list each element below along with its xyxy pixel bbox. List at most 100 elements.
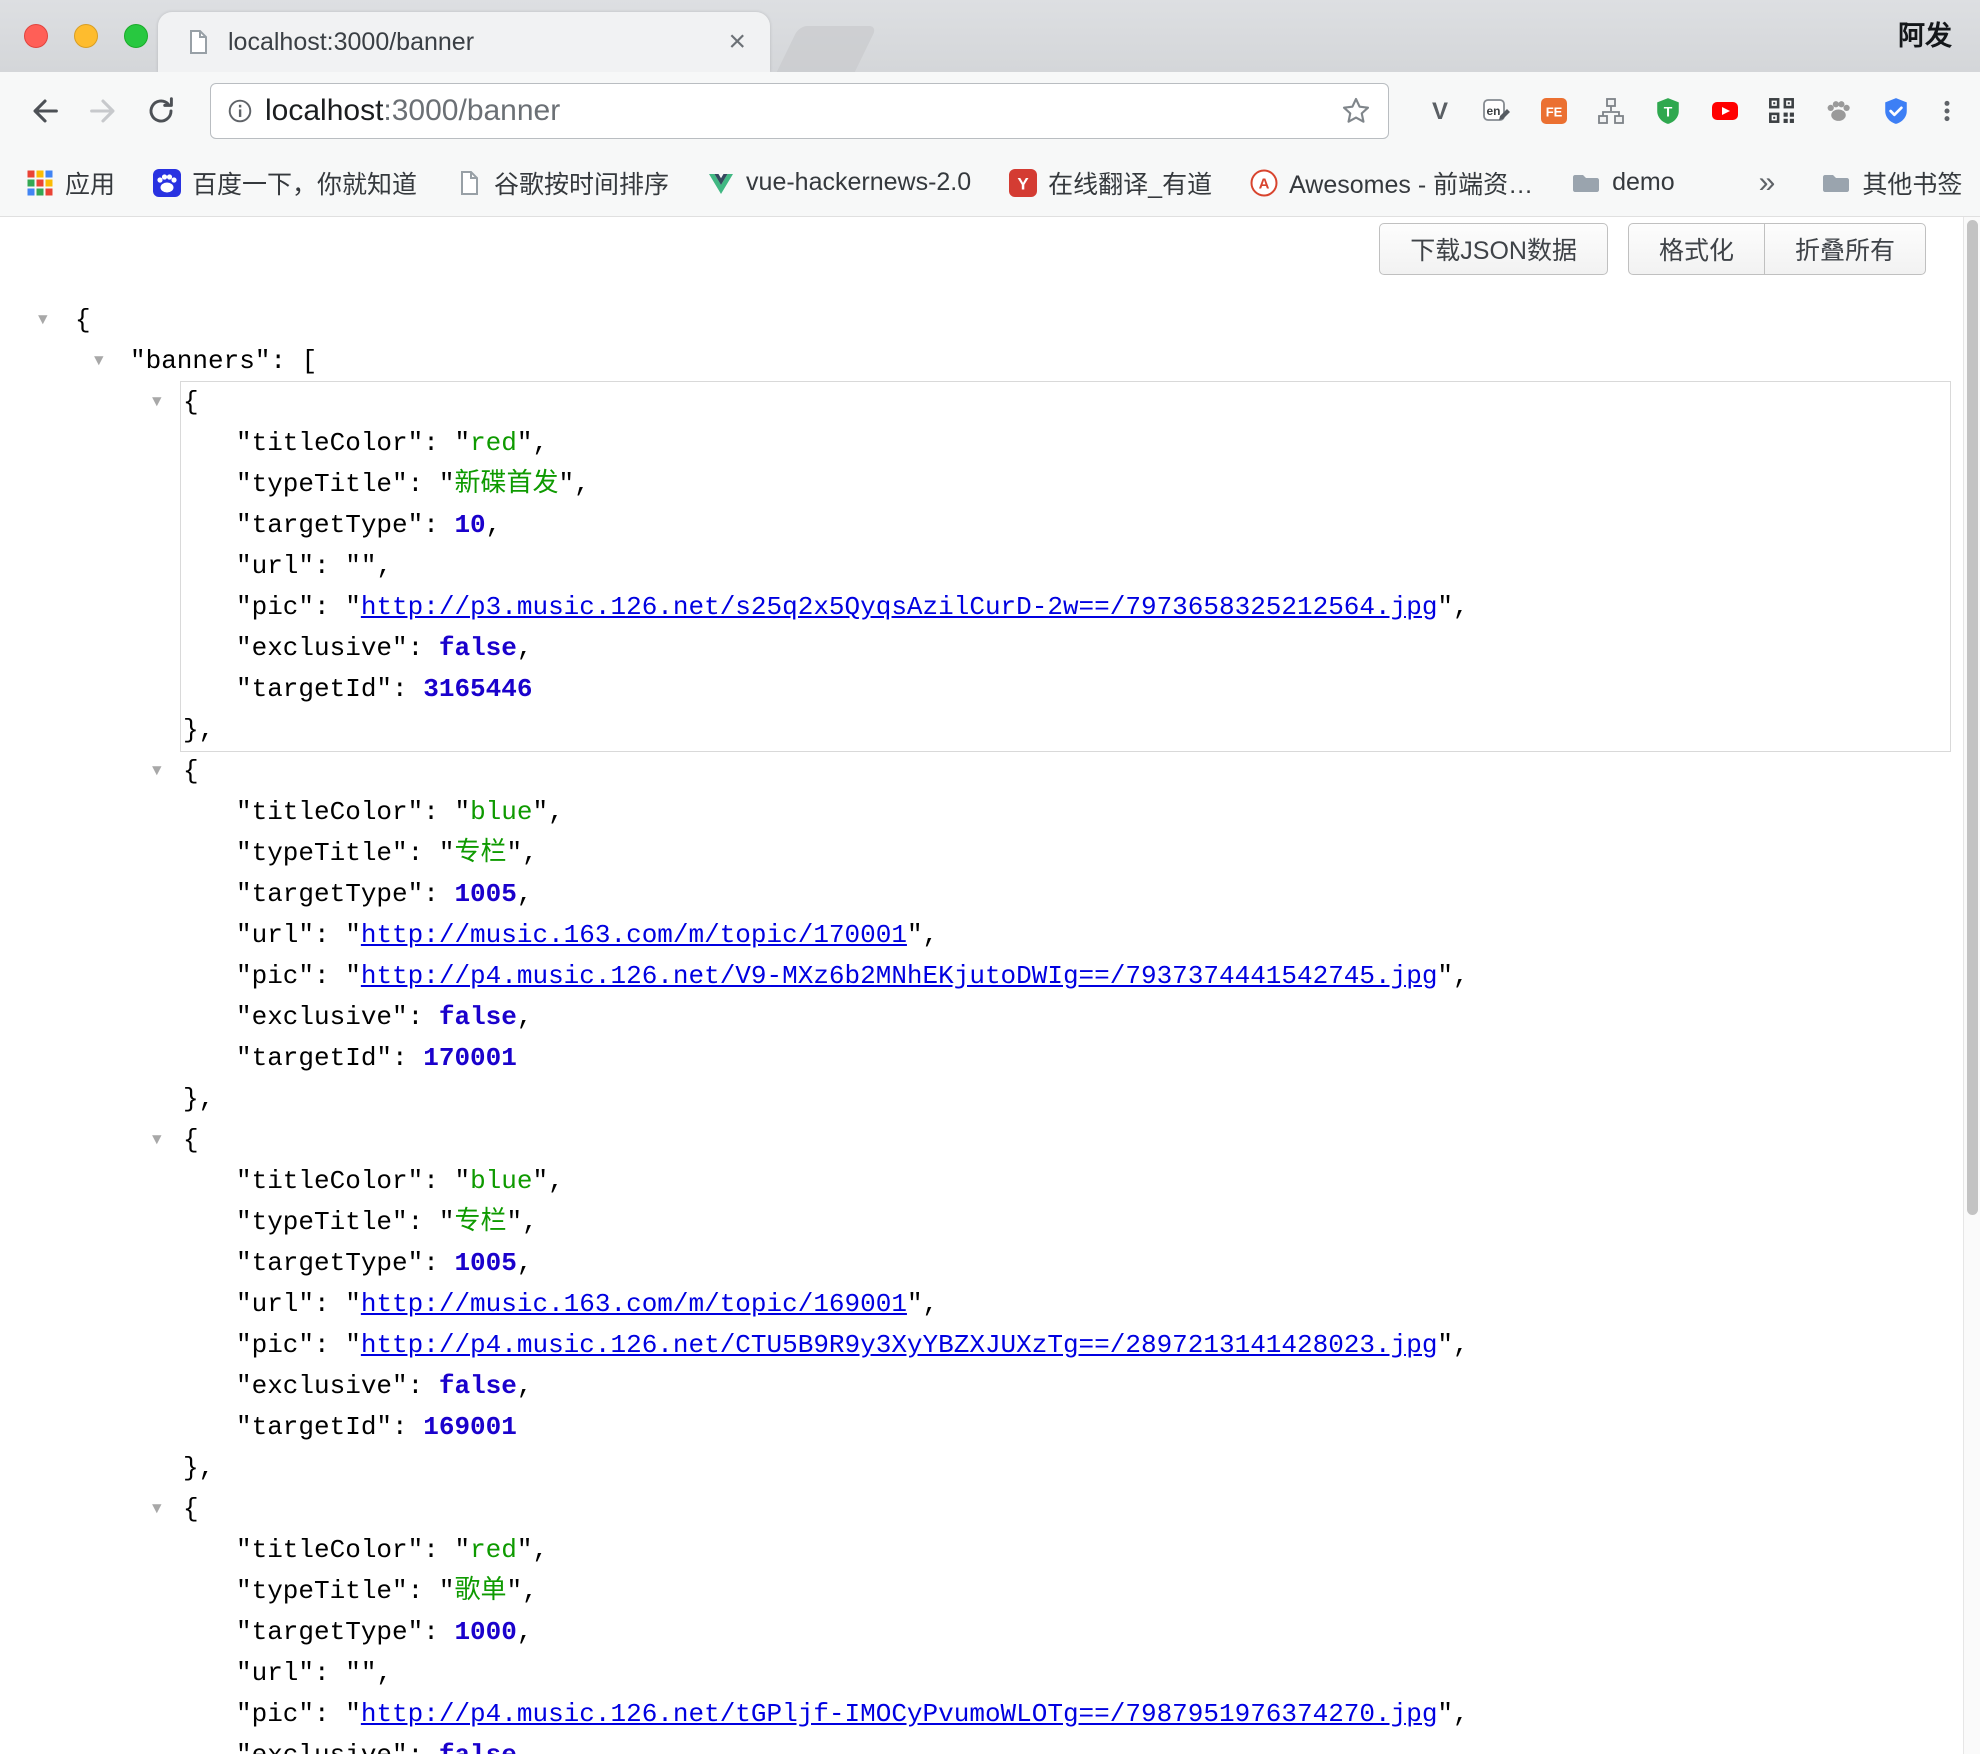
- json-row: },: [181, 710, 1950, 751]
- json-row: "titleColor": "blue",: [181, 792, 1950, 833]
- json-key: "pic": [236, 1699, 314, 1729]
- scrollbar[interactable]: [1963, 217, 1980, 1754]
- json-root-brace: {: [75, 305, 91, 335]
- minimize-window-button[interactable]: [74, 24, 98, 48]
- json-row: "pic": "http://p4.music.126.net/tGPljf-I…: [181, 1694, 1950, 1735]
- bookmark-item-vue-hackernews[interactable]: vue-hackernews-2.0: [707, 168, 971, 197]
- window-titlebar: localhost:3000/banner × 阿发: [0, 0, 1980, 72]
- json-row: "url": "http://music.163.com/m/topic/169…: [181, 1284, 1950, 1325]
- json-close-brace: },: [183, 715, 214, 745]
- json-link[interactable]: http://music.163.com/m/topic/170001: [361, 920, 907, 950]
- bookmark-item-apps[interactable]: 应用: [26, 165, 115, 201]
- translate-extension-button[interactable]: en: [1468, 72, 1525, 149]
- json-key: "typeTitle": [236, 1576, 408, 1606]
- json-open-brace: {: [183, 1125, 199, 1155]
- json-string-value: 专栏: [454, 838, 506, 868]
- json-key: "pic": [236, 961, 314, 991]
- close-window-button[interactable]: [24, 24, 48, 48]
- bookmark-item-youdao[interactable]: Y 在线翻译_有道: [1009, 165, 1212, 201]
- format-button[interactable]: 格式化: [1628, 223, 1765, 275]
- json-link[interactable]: http://p3.music.126.net/s25q2x5QyqsAzilC…: [361, 592, 1438, 622]
- bookmark-item-google-sort[interactable]: 谷歌按时间排序: [455, 165, 669, 201]
- json-boolean-value: false: [439, 1740, 517, 1754]
- json-close-brace: },: [183, 1453, 214, 1483]
- browser-menu-button[interactable]: [1924, 72, 1970, 149]
- shield-check-extension-button[interactable]: [1867, 72, 1924, 149]
- back-button[interactable]: [16, 82, 74, 140]
- collapse-all-button[interactable]: 折叠所有: [1764, 223, 1926, 275]
- bookmark-item-awesomes[interactable]: A Awesomes - 前端资…: [1250, 165, 1533, 201]
- json-objects: ▼{"titleColor": "red","typeTitle": "新碟首发…: [0, 382, 1980, 1754]
- json-link[interactable]: http://p4.music.126.net/tGPljf-IMOCyPvum…: [361, 1699, 1438, 1729]
- sitemap-extension-button[interactable]: [1582, 72, 1639, 149]
- json-row: },: [181, 1448, 1950, 1489]
- collapse-toggle-icon[interactable]: ▼: [94, 341, 104, 382]
- json-string-value: 歌单: [454, 1576, 506, 1606]
- json-key: "url": [236, 920, 314, 950]
- json-key: "typeTitle": [236, 838, 408, 868]
- collapse-toggle-icon[interactable]: ▼: [152, 1489, 162, 1530]
- json-key: "typeTitle": [236, 469, 408, 499]
- zoom-window-button[interactable]: [124, 24, 148, 48]
- fehelper-icon: FE: [1540, 97, 1568, 125]
- collapse-toggle-icon[interactable]: ▼: [152, 751, 162, 792]
- bookmark-label: Awesomes - 前端资…: [1289, 165, 1533, 201]
- json-row: "typeTitle": "歌单",: [181, 1571, 1950, 1612]
- forward-button[interactable]: [74, 82, 132, 140]
- json-key: "pic": [236, 1330, 314, 1360]
- collapse-toggle-icon[interactable]: ▼: [38, 300, 48, 341]
- info-icon[interactable]: [227, 98, 253, 124]
- bookmark-label: 应用: [65, 165, 115, 201]
- shield-t-extension-button[interactable]: T: [1639, 72, 1696, 149]
- tab-close-icon[interactable]: ×: [724, 27, 750, 57]
- browser-tab[interactable]: localhost:3000/banner ×: [158, 12, 770, 72]
- traffic-lights: [24, 24, 148, 48]
- json-link[interactable]: http://music.163.com/m/topic/169001: [361, 1289, 907, 1319]
- collapse-toggle-icon[interactable]: ▼: [152, 382, 162, 423]
- fehelper-extension-button[interactable]: FE: [1525, 72, 1582, 149]
- json-boolean-value: false: [439, 633, 517, 663]
- json-string-value: 专栏: [454, 1207, 506, 1237]
- url-path: :3000/banner: [383, 94, 560, 127]
- json-row: "titleColor": "red",: [181, 1530, 1950, 1571]
- json-number-value: 1005: [454, 1248, 516, 1278]
- address-bar[interactable]: localhost:3000/banner: [210, 83, 1389, 139]
- json-key: "targetType": [236, 879, 423, 909]
- awesomes-icon: A: [1250, 169, 1278, 197]
- json-row: "typeTitle": "专栏",: [181, 833, 1950, 874]
- profile-name: 阿发: [1898, 0, 1952, 72]
- vimium-extension-button[interactable]: V: [1411, 72, 1468, 149]
- bookmark-star-icon[interactable]: [1340, 95, 1372, 127]
- qrcode-extension-button[interactable]: [1753, 72, 1810, 149]
- new-tab-button[interactable]: [777, 26, 877, 72]
- json-object: ▼{"titleColor": "blue","typeTitle": "专栏"…: [181, 1120, 1950, 1489]
- json-string-value: 新碟首发: [454, 469, 558, 499]
- bookmark-item-baidu[interactable]: 百度一下，你就知道: [153, 165, 417, 201]
- folder-icon: [1571, 168, 1601, 198]
- collapse-toggle-icon[interactable]: ▼: [152, 1120, 162, 1161]
- url-text[interactable]: localhost:3000/banner: [265, 94, 1340, 128]
- json-row: ▼{: [181, 382, 1950, 423]
- other-bookmarks-folder[interactable]: 其他书签: [1821, 165, 1962, 201]
- json-row: "targetType": 1005,: [181, 1243, 1950, 1284]
- svg-text:V: V: [1431, 98, 1447, 125]
- svg-text:FE: FE: [1545, 104, 1562, 119]
- json-string-value: red: [470, 1535, 517, 1565]
- json-banners-row: ▼ "banners": [: [0, 341, 1980, 382]
- json-link[interactable]: http://p4.music.126.net/V9-MXz6b2MNhEKju…: [361, 961, 1438, 991]
- bookmarks-overflow-chevron[interactable]: »: [1751, 166, 1784, 200]
- scrollbar-thumb[interactable]: [1967, 220, 1978, 1215]
- reload-button[interactable]: [132, 82, 190, 140]
- paw-extension-button[interactable]: [1810, 72, 1867, 149]
- youtube-icon: [1710, 97, 1740, 125]
- bookmark-item-demo-folder[interactable]: demo: [1571, 168, 1675, 198]
- format-collapse-group: 格式化 折叠所有: [1628, 223, 1926, 275]
- json-row: "exclusive": false,: [181, 628, 1950, 669]
- youtube-extension-button[interactable]: [1696, 72, 1753, 149]
- json-actions: 下载JSON数据 格式化 折叠所有: [1379, 223, 1926, 275]
- json-key: "url": [236, 551, 314, 581]
- json-link[interactable]: http://p4.music.126.net/CTU5B9R9y3XyYBZX…: [361, 1330, 1438, 1360]
- youdao-icon: Y: [1009, 169, 1037, 197]
- document-icon: [455, 169, 483, 197]
- download-json-button[interactable]: 下载JSON数据: [1379, 223, 1608, 275]
